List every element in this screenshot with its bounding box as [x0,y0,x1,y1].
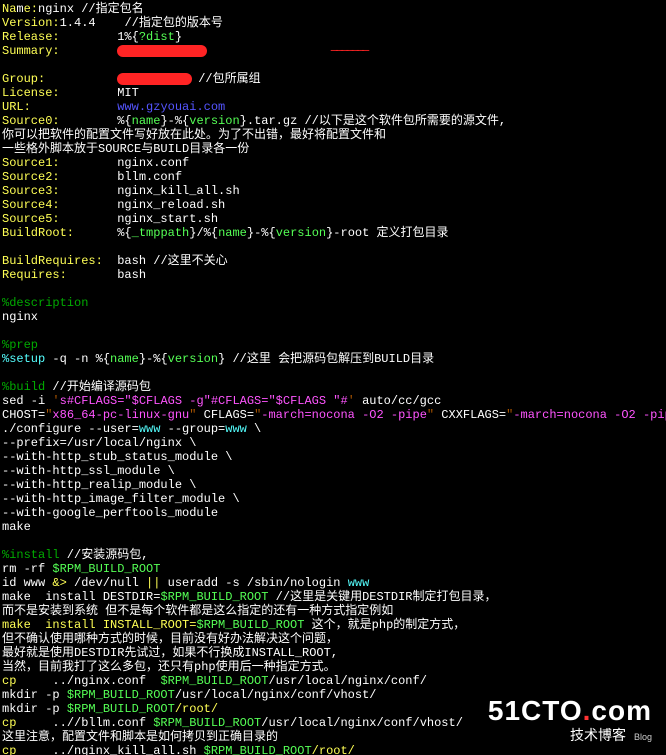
install-note: 但不确认使用哪种方式的时候，目前没有好办法解决这个问题， [2,632,338,646]
source-note: 你可以把软件的配置文件写好放在此处。为了不出错，最好将配置文件和 [2,128,386,142]
name-label: Na [2,2,16,16]
source4-label: Source4: [2,198,60,212]
install-note: 这里注意，配置文件和脚本是如何拷贝到正确目录的 [2,730,278,744]
group-comment: //包所属组 [198,72,260,86]
redacted-bar-icon [117,73,192,85]
configure-opt: --with-http_ssl_module \ [2,464,175,478]
cp-cmd: cp [2,674,16,688]
source-note: 一些格外脚本放于SOURCE与BUILD目录各一份 [2,142,249,156]
prep-header: %prep [2,338,38,352]
version-comment: //指定包的版本号 [124,16,222,30]
license-label: License: [2,86,60,100]
buildrequires-comment: //这里不关心 [146,254,228,268]
mkdir-cmd: mkdir -p [2,702,67,716]
description-header: %description [2,296,88,310]
source0-label: Source0: [2,114,60,128]
configure-opt: --with-http_stub_status_module \ [2,450,232,464]
source2-label: Source2: [2,170,60,184]
configure-opt: --with-google_perftools_module [2,506,218,520]
url-label: URL: [2,100,31,114]
sed-expr: s#CFLAGS="$CFLAGS -g"#CFLAGS="$CFLAGS "# [60,394,348,408]
source1-label: Source1: [2,156,60,170]
group-label: Group: [2,72,45,86]
buildroot-comment: 定义打包目录 [369,226,448,240]
spec-file-content: Name:nginx //指定包名 Version:1.4.4 //指定包的版本… [0,0,666,755]
configure-opt: --prefix=/usr/local/nginx \ [2,436,196,450]
setup-macro: %setup [2,352,45,366]
mkdir-cmd: mkdir -p [2,688,67,702]
install-note: 这个，就是php的制定方式， [304,618,465,632]
setup-comment: //这里 会把源码包解压到BUILD目录 [225,352,434,366]
build-comment: //开始编译源码包 [45,380,151,394]
redacted-bar-icon: ─────── [117,45,207,57]
watermark: 51CTO.com 技术博客Blog [488,695,652,745]
name-comment: //指定包名 [81,2,143,16]
build-header: %build [2,380,45,394]
release-label: Release: [2,30,60,44]
install-note: 当然，目前我打了这么多包，还只有php使用后一种指定方式。 [2,660,336,674]
buildroot-label: BuildRoot: [2,226,74,240]
summary-label: Summary: [2,44,60,58]
cp-cmd: cp [2,744,16,755]
source3-label: Source3: [2,184,60,198]
source5-label: Source5: [2,212,60,226]
install-note: 而不是安装到系统 但不是每个软件都是这么指定的还有一种方式指定例如 [2,604,393,618]
cp-cmd: cp [2,716,16,730]
buildrequires-label: BuildRequires: [2,254,103,268]
source0-comment: //以下是这个软件包所需要的源文件, [304,114,506,128]
install-note: 最好就是使用DESTDIR先试过，如果不行换成INSTALL_ROOT, [2,646,338,660]
description-body: nginx [2,310,38,324]
make-cmd: make [2,520,31,534]
install-header: %install [2,548,60,562]
install-comment: //安装源码包, [60,548,149,562]
url-value: www.gzyouai.com [117,100,225,114]
version-label: Version: [2,16,60,30]
configure-opt: --with-http_realip_module \ [2,478,196,492]
configure-opt: --with-http_image_filter_module \ [2,492,240,506]
install-note: //这里是关键用DESTDIR制定打包目录， [268,590,496,604]
requires-label: Requires: [2,268,67,282]
rpm-root-var: $RPM_BUILD_ROOT [52,562,160,576]
